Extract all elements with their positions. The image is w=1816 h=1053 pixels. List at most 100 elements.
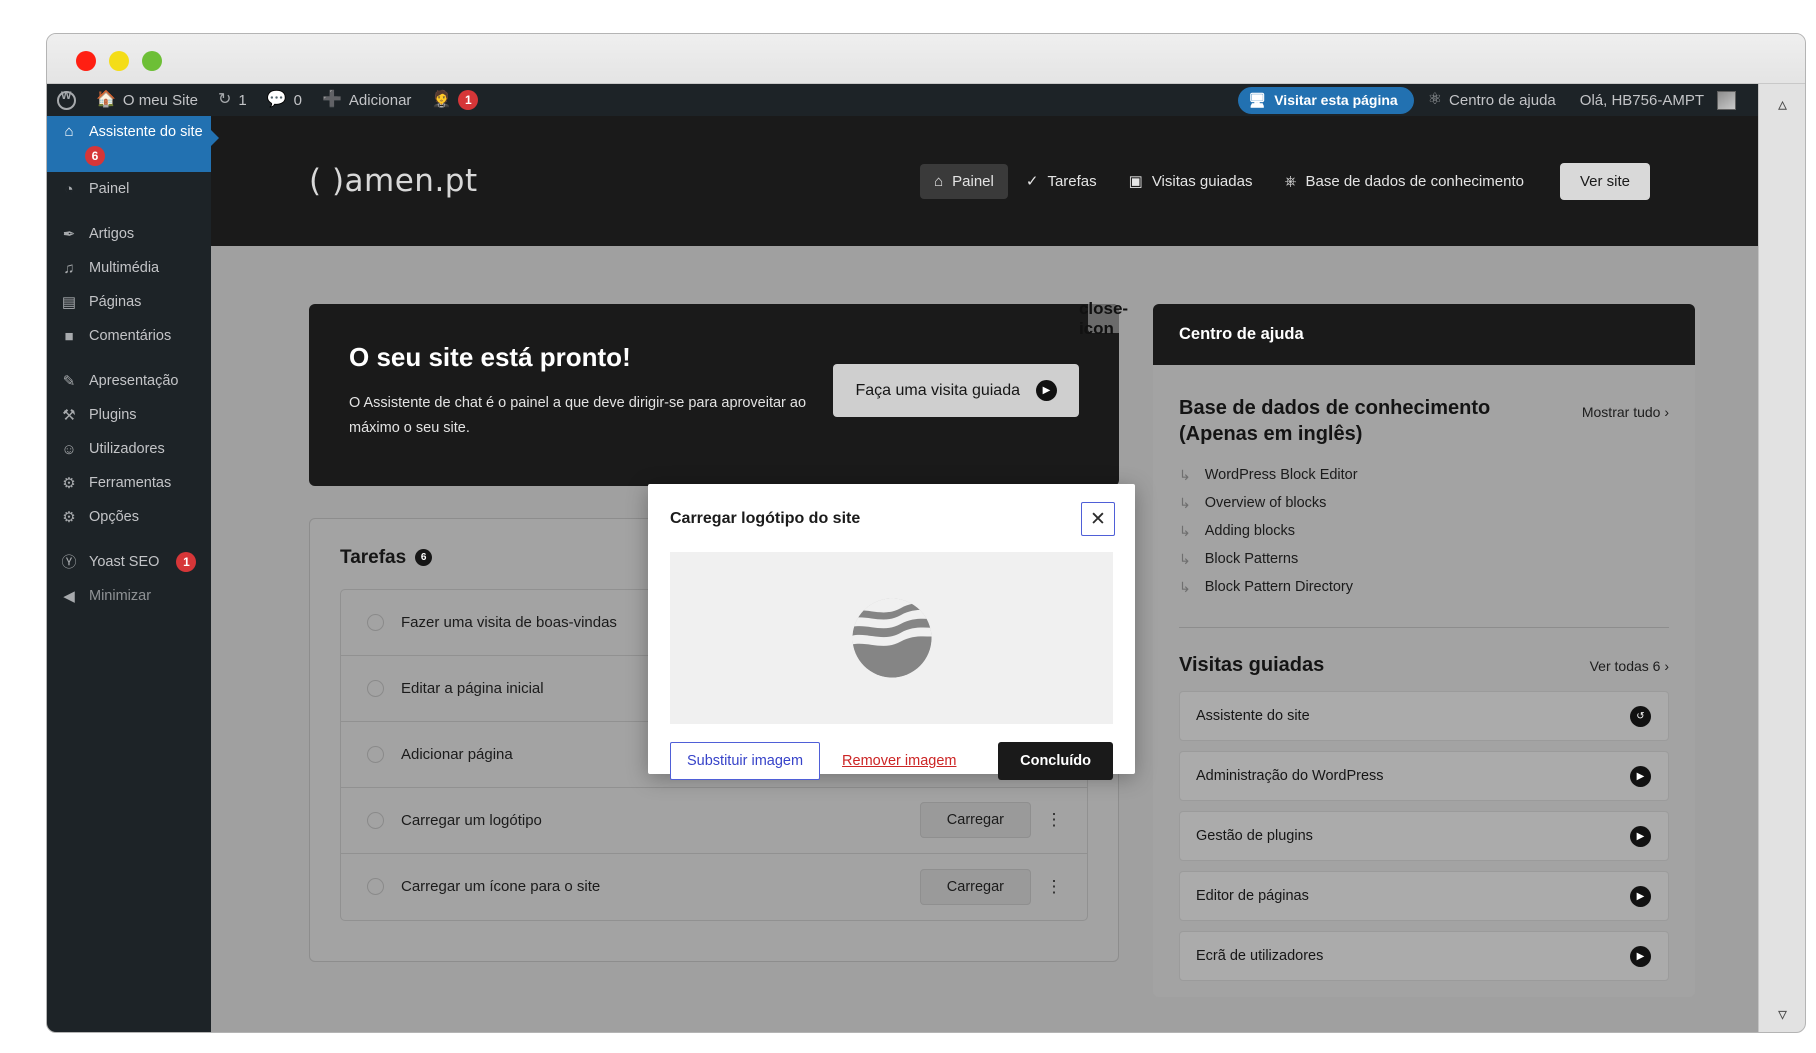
adminbar-help-center[interactable]: ⚛ Centro de ajuda bbox=[1418, 84, 1566, 116]
play-icon[interactable]: ▶ bbox=[1630, 885, 1651, 907]
adminbar-yoast[interactable]: 🤵 1 bbox=[421, 84, 488, 116]
task-checkbox[interactable] bbox=[367, 878, 384, 896]
task-checkbox[interactable] bbox=[367, 613, 384, 631]
settings-icon: ⚙ bbox=[62, 508, 76, 526]
media-icon: ♫ bbox=[63, 259, 75, 277]
tour-row[interactable]: Gestão de plugins ▶ bbox=[1179, 811, 1669, 861]
play-icon[interactable]: ▶ bbox=[1630, 945, 1651, 967]
adminbar-updates[interactable]: ↻ 1 bbox=[208, 84, 257, 116]
amen-nav-tarefas[interactable]: ✓ Tarefas bbox=[1012, 164, 1111, 199]
sidebar-item-multim-dia[interactable]: ♫ Multimédia bbox=[47, 251, 211, 285]
help-icon: ⚛ bbox=[1427, 91, 1443, 108]
sidebar-item-yoast-seo[interactable]: Ⓨ Yoast SEO 1 bbox=[47, 545, 211, 579]
play-icon: ▶ bbox=[1036, 380, 1057, 401]
sidebar-item-label: Páginas bbox=[89, 294, 142, 310]
adminbar-site-name[interactable]: 🏠 O meu Site bbox=[86, 84, 208, 116]
comments-icon: 💬 bbox=[266, 91, 287, 108]
task-checkbox[interactable] bbox=[367, 679, 384, 697]
task-row[interactable]: Carregar um ícone para o site Carregar ⋮ bbox=[341, 854, 1087, 920]
kb-title: Base de dados de conhecimento (Apenas em… bbox=[1179, 397, 1491, 445]
kb-list-item[interactable]: ↳ Adding blocks bbox=[1179, 517, 1669, 545]
sidebar-item-painel[interactable]: ◔ Painel bbox=[47, 172, 211, 206]
sidebar-item-coment-rios[interactable]: ■ Comentários bbox=[47, 319, 211, 353]
task-more-options-icon[interactable]: ⋮ bbox=[1039, 811, 1069, 828]
wp-admin-sidebar: ⌂ Assistente do site 6 ◔ Painel ✒ Artigos ♫ Mult… bbox=[47, 116, 219, 1032]
help-icon: ⎈ bbox=[1284, 172, 1297, 190]
arrow-return-icon: ↳ bbox=[1179, 522, 1191, 539]
remove-image-link[interactable]: Remover imagem bbox=[842, 753, 956, 769]
kb-list-item-label: Overview of blocks bbox=[1204, 495, 1327, 511]
sidebar-item-assistente-do-site[interactable]: ⌂ Assistente do site 6 bbox=[47, 116, 219, 172]
yoast-icon: Ⓨ bbox=[61, 553, 77, 571]
sidebar-separator bbox=[47, 206, 211, 217]
window-maximize-button[interactable] bbox=[142, 51, 162, 71]
browser-scrollbar[interactable]: ▵ ▿ bbox=[1758, 84, 1805, 1032]
tours-view-all-link[interactable]: Ver todas 6 › bbox=[1590, 658, 1669, 674]
sidebar-item-apresenta-o[interactable]: ✎ Apresentação bbox=[47, 364, 211, 398]
tours-list: Assistente do site ↺ Administração do Word… bbox=[1179, 691, 1669, 981]
sidebar-item-label: Opções bbox=[89, 509, 139, 525]
play-icon[interactable]: ▶ bbox=[1630, 765, 1651, 787]
site-logo-preview-image bbox=[851, 598, 932, 678]
visit-page-button[interactable]: 🖥 Visitar esta página bbox=[1238, 86, 1414, 114]
guided-tour-button[interactable]: Faça uma visita guiada ▶ bbox=[833, 364, 1079, 417]
sidebar-item-label: Utilizadores bbox=[89, 441, 165, 457]
pin-icon: ✒ bbox=[62, 225, 76, 243]
close-icon[interactable]: ✕ bbox=[1081, 502, 1115, 536]
plus-icon: ➕ bbox=[321, 91, 342, 108]
help-center-header: Centro de ajuda bbox=[1153, 304, 1695, 365]
sidebar-item-artigos[interactable]: ✒ Artigos bbox=[47, 217, 211, 251]
amen-nav-visitas-guiadas[interactable]: ▣ Visitas guiadas bbox=[1115, 164, 1267, 199]
task-more-options-icon[interactable]: ⋮ bbox=[1039, 877, 1069, 894]
close-icon[interactable]: close-icon bbox=[1079, 299, 1128, 338]
guided-tour-label: Faça uma visita guiada bbox=[855, 381, 1020, 399]
sidebar-item-op-es[interactable]: ⚙ Opções bbox=[47, 500, 211, 534]
sidebar-item-minimizar[interactable]: ◀ Minimizar bbox=[47, 579, 211, 613]
amen-nav-base-de-dados-de-conhecimento[interactable]: ⎈ Base de dados de conhecimento bbox=[1270, 164, 1538, 199]
sidebar-item-utilizadores[interactable]: ☺ Utilizadores bbox=[47, 432, 211, 466]
sidebar-item-badge: 6 bbox=[85, 146, 105, 166]
replace-image-button[interactable]: Substituir imagem bbox=[670, 742, 821, 780]
window-minimize-button[interactable] bbox=[109, 51, 129, 71]
adminbar-help-label: Centro de ajuda bbox=[1449, 91, 1556, 109]
dashboard-icon: ◔ bbox=[64, 180, 74, 198]
tour-row[interactable]: Administração do WordPress ▶ bbox=[1179, 751, 1669, 801]
sidebar-item-label: Artigos bbox=[89, 226, 135, 242]
replay-icon[interactable]: ↺ bbox=[1630, 705, 1651, 727]
adminbar-comments[interactable]: 💬 0 bbox=[257, 84, 312, 116]
amen-nav-painel[interactable]: ⌂ Painel bbox=[920, 163, 1008, 199]
done-button[interactable]: Concluído bbox=[998, 742, 1113, 780]
kb-list-item[interactable]: ↳ WordPress Block Editor bbox=[1179, 461, 1669, 489]
tour-row[interactable]: Editor de páginas ▶ bbox=[1179, 871, 1669, 921]
view-site-button[interactable]: Ver site bbox=[1559, 162, 1650, 200]
sidebar-item-plugins[interactable]: ⚒ Plugins bbox=[47, 398, 211, 432]
chevron-down-icon[interactable]: ▿ bbox=[1759, 994, 1805, 1032]
task-checkbox[interactable] bbox=[367, 811, 384, 829]
right-column: Centro de ajuda Base de dados de conheci… bbox=[1153, 304, 1695, 997]
tour-row[interactable]: Ecrã de utilizadores ▶ bbox=[1179, 931, 1669, 981]
amen-nav-label: Visitas guiadas bbox=[1151, 172, 1253, 190]
tour-label: Editor de páginas bbox=[1196, 888, 1309, 904]
adminbar-new-content[interactable]: ➕ Adicionar bbox=[312, 84, 421, 116]
sidebar-item-label: Minimizar bbox=[89, 588, 152, 604]
banner-body: O Assistente de chat é o painel a que de… bbox=[349, 395, 807, 437]
help-center-card: Centro de ajuda Base de dados de conheci… bbox=[1153, 304, 1695, 997]
task-action-button[interactable]: Carregar bbox=[919, 802, 1031, 839]
adminbar-account[interactable]: Olá, HB756-AMPT bbox=[1570, 84, 1746, 116]
sidebar-item-p-ginas[interactable]: ▤ Páginas bbox=[47, 285, 211, 319]
wp-logo-menu[interactable] bbox=[47, 84, 86, 116]
tour-row[interactable]: Assistente do site ↺ bbox=[1179, 691, 1669, 741]
tools-icon: ⚙ bbox=[62, 474, 76, 492]
task-checkbox[interactable] bbox=[367, 745, 384, 763]
kb-list-item[interactable]: ↳ Block Patterns bbox=[1179, 545, 1669, 573]
play-icon[interactable]: ▶ bbox=[1630, 825, 1651, 847]
sidebar-item-ferramentas[interactable]: ⚙ Ferramentas bbox=[47, 466, 211, 500]
window-close-button[interactable] bbox=[76, 51, 96, 71]
kb-list-item[interactable]: ↳ Overview of blocks bbox=[1179, 489, 1669, 517]
kb-show-all-link[interactable]: Mostrar tudo › bbox=[1582, 395, 1669, 420]
chevron-up-icon[interactable]: ▵ bbox=[1759, 84, 1805, 124]
home-icon: ⌂ bbox=[934, 172, 944, 190]
kb-list-item[interactable]: ↳ Block Pattern Directory bbox=[1179, 573, 1669, 601]
check-circle-icon: ✓ bbox=[1025, 172, 1039, 190]
task-action-button[interactable]: Carregar bbox=[919, 868, 1031, 905]
